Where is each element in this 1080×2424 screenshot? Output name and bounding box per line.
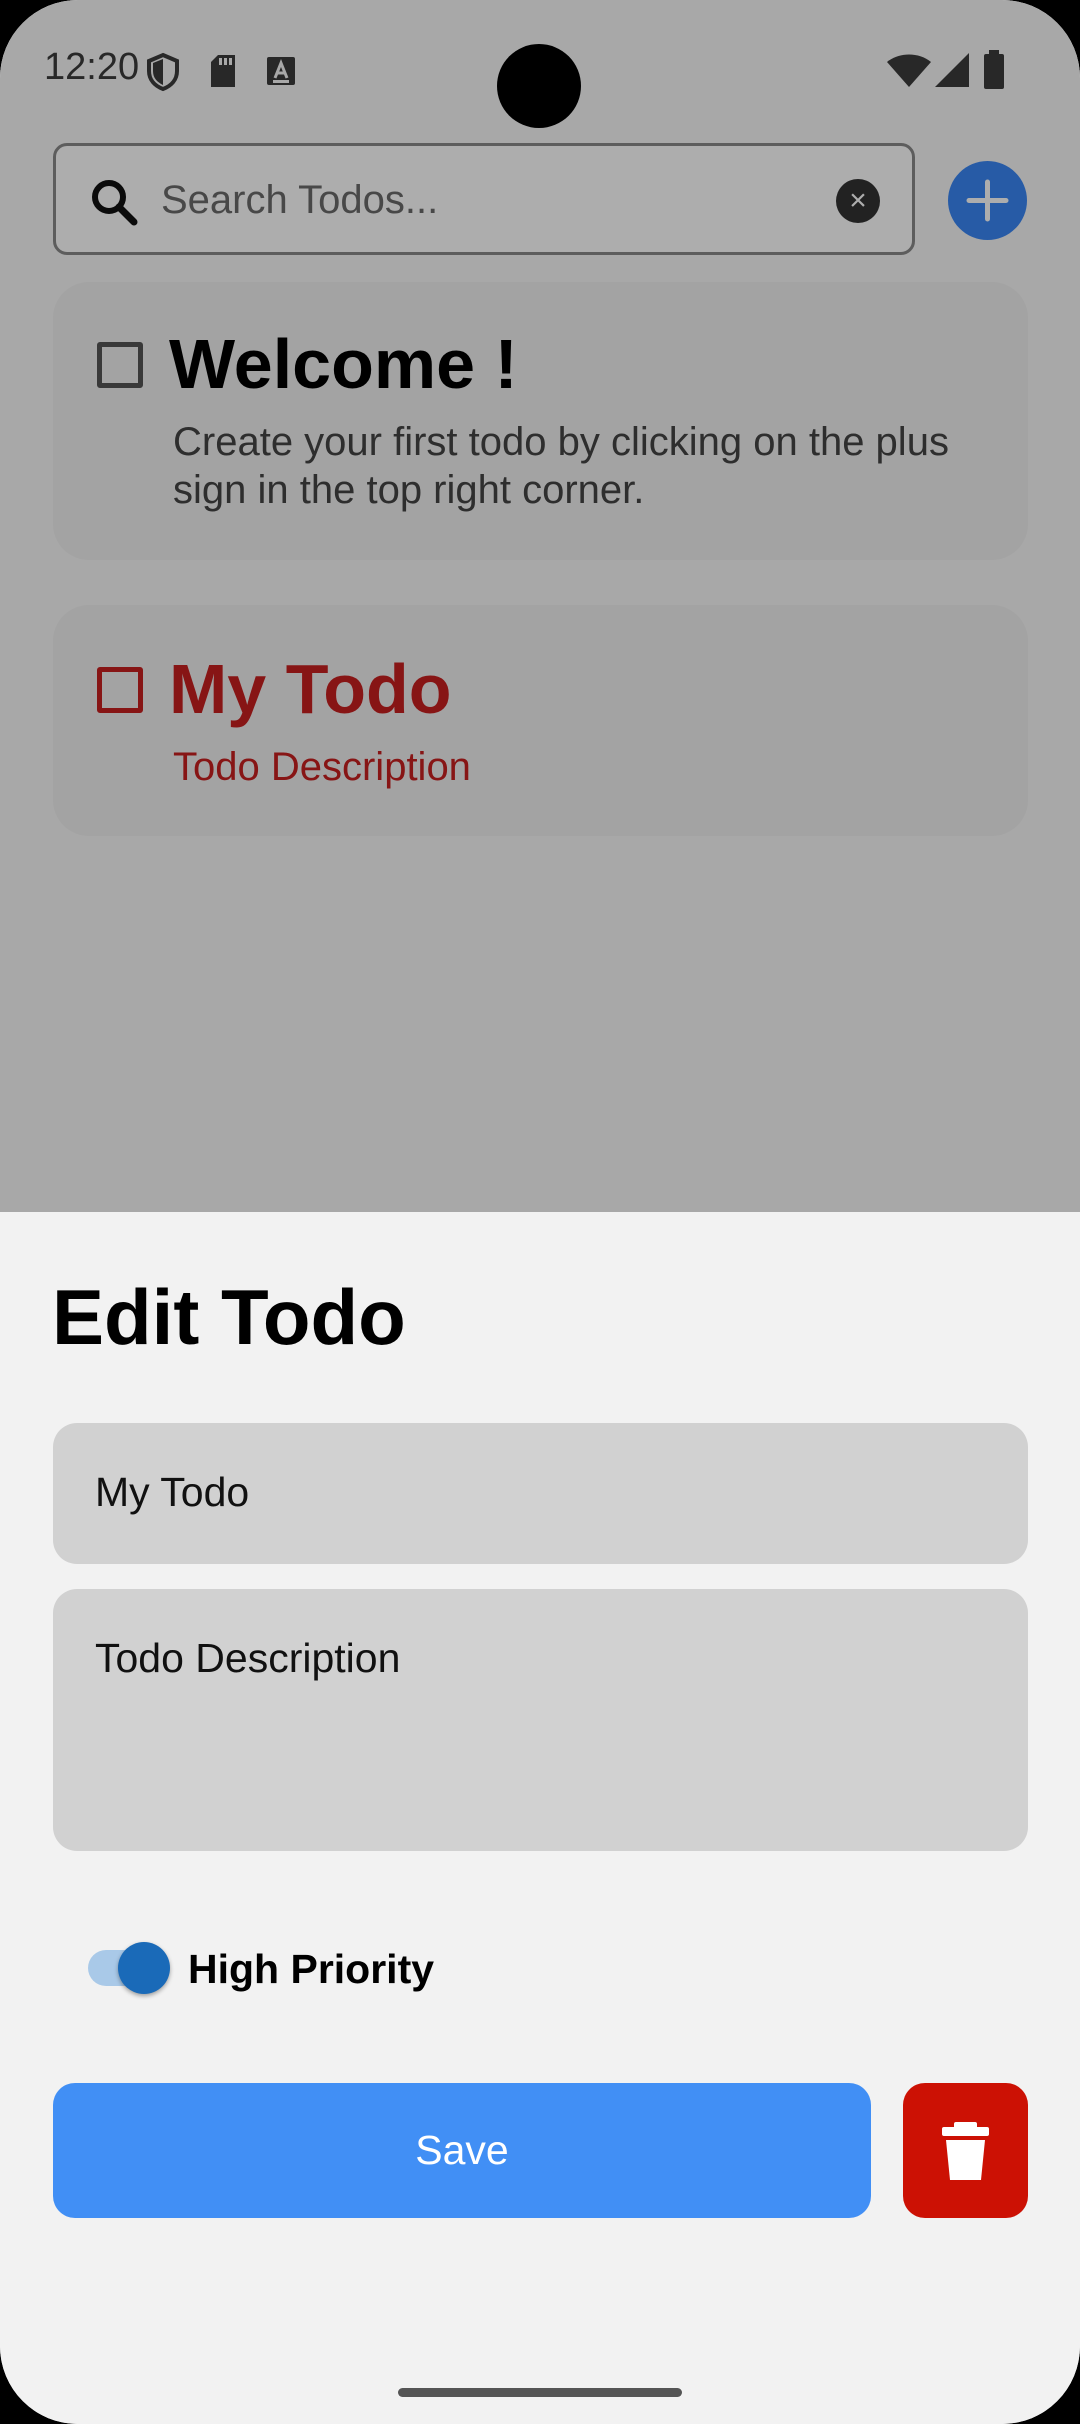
save-button[interactable]: Save [53, 2083, 871, 2218]
camera-cutout [497, 44, 581, 128]
high-priority-label: High Priority [188, 1946, 435, 1992]
todo-title-field[interactable]: My Todo [53, 1423, 1028, 1564]
trash-icon [942, 2122, 989, 2180]
todo-description-field[interactable]: Todo Description [53, 1589, 1028, 1851]
toggle-thumb [118, 1942, 170, 1994]
delete-button[interactable] [903, 2083, 1028, 2218]
sheet-title: Edit Todo [52, 1273, 406, 1361]
todo-description-field-value: Todo Description [95, 1635, 401, 1681]
modal-scrim[interactable] [0, 0, 1080, 1212]
home-indicator[interactable] [398, 2388, 682, 2397]
todo-title-field-value: My Todo [95, 1469, 250, 1515]
edit-todo-sheet: Edit Todo My Todo Todo Description High … [0, 1212, 1080, 2424]
high-priority-toggle[interactable] [86, 1940, 172, 1996]
phone-screen: 12:20 Search Todos... × Welcome ! Create… [0, 0, 1080, 2424]
